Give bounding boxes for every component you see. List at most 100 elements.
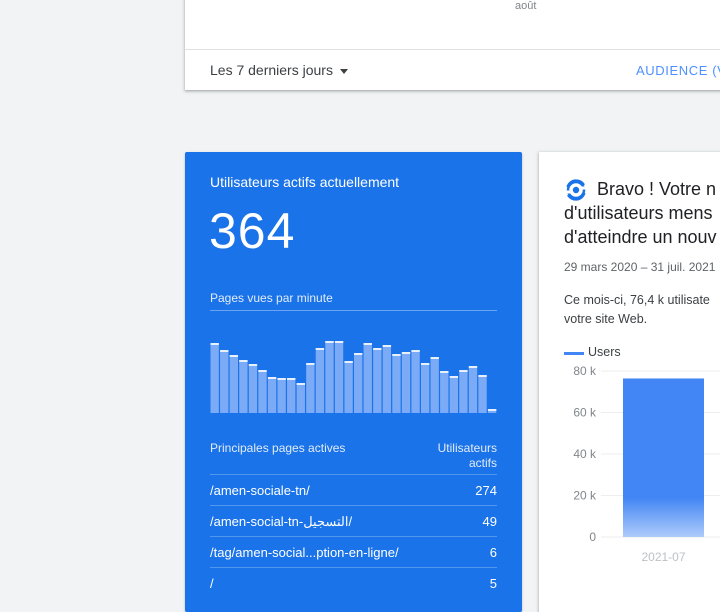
pageviews-bar-cap — [306, 363, 315, 365]
realtime-card: Utilisateurs actifs actuellement 364 Pag… — [185, 152, 522, 612]
y-tick-label: 60 k — [573, 406, 597, 420]
pageviews-bar — [354, 353, 363, 413]
pageviews-bar-cap — [315, 348, 325, 350]
pageviews-bar-cap — [449, 376, 459, 378]
page-path: /amen-social-tn-التسجيل/ — [210, 514, 353, 529]
insight-card[interactable]: Bravo ! Votre n d'utilisateurs mens d'at… — [539, 152, 720, 612]
pageviews-bar-cap — [430, 357, 439, 359]
pageviews-bar-cap — [459, 370, 468, 372]
pageviews-bar-cap — [248, 364, 258, 366]
users-column-header: Utilisateurs actifs — [437, 441, 497, 470]
monthly-users-chart: 0 20 k 40 k 60 k 80 k 2021-07 — [573, 364, 720, 564]
page-users: 49 — [482, 514, 497, 529]
pageviews-bar — [258, 370, 267, 413]
pageviews-bar-cap — [468, 366, 478, 368]
pageviews-per-minute-label: Pages vues par minute — [210, 291, 333, 305]
pageviews-bar-cap — [325, 341, 334, 343]
pageviews-bar-cap — [334, 341, 344, 343]
pageviews-bar-cap — [382, 345, 392, 347]
pageviews-bar — [373, 348, 382, 413]
pageviews-bar — [267, 377, 277, 413]
page-row[interactable]: /tag/amen-social...ption-en-ligne/ 6 — [210, 536, 497, 567]
insight-headline: Bravo ! Votre n d'utilisateurs mens d'at… — [564, 179, 717, 247]
pageviews-bar-cap — [440, 371, 449, 373]
page-path: / — [210, 576, 214, 591]
y-tick-label: 40 k — [573, 447, 597, 461]
active-users-count: 364 — [209, 203, 296, 259]
top-pages-list: /amen-sociale-tn/ 274 /amen-social-tn-ال… — [210, 474, 497, 598]
pageviews-bar-cap — [478, 375, 487, 377]
pageviews-bar — [248, 364, 258, 413]
pageviews-bar — [382, 345, 392, 413]
page-row[interactable]: /amen-social-tn-التسجيل/ 49 — [210, 505, 497, 536]
pageviews-bar — [468, 366, 478, 413]
pageviews-bar-cap — [392, 354, 401, 356]
pageviews-bar-cap — [220, 350, 229, 352]
pageviews-bar-cap — [277, 378, 286, 380]
pageviews-bar-cap — [267, 377, 277, 379]
pageviews-bar-cap — [210, 343, 219, 345]
legend-swatch — [564, 351, 584, 355]
y-tick-label: 80 k — [573, 364, 597, 378]
date-range-label: Les 7 derniers jours — [210, 62, 333, 78]
card-footer: Les 7 derniers jours AUDIENCE (V — [185, 49, 720, 91]
pageviews-bar — [459, 370, 468, 413]
pageviews-bar — [334, 341, 344, 413]
page-users: 274 — [475, 483, 497, 498]
pageviews-bar — [401, 352, 411, 413]
users-bar[interactable] — [623, 378, 704, 537]
y-tick-label: 0 — [589, 530, 596, 544]
pageviews-bar-cap — [373, 348, 382, 350]
pageviews-bar — [392, 354, 401, 413]
pageviews-bar — [344, 361, 353, 413]
x-tick-label: 2021-07 — [641, 550, 685, 564]
pageviews-bar — [325, 341, 334, 413]
chart-legend: Users — [564, 345, 621, 359]
pageviews-bar — [363, 343, 372, 413]
insight-date-range: 29 mars 2020 – 31 juil. 2021 — [564, 260, 716, 274]
page-row[interactable]: /amen-sociale-tn/ 274 — [210, 474, 497, 505]
divider — [210, 310, 497, 311]
audience-report-link[interactable]: AUDIENCE (V — [636, 63, 720, 78]
pageviews-bar — [277, 378, 286, 413]
insight-description: Ce mois-ci, 76,4 k utilisate votre site … — [564, 293, 710, 326]
pageviews-bar-cap — [239, 360, 248, 362]
pageviews-bar — [306, 363, 315, 413]
date-range-dropdown[interactable]: Les 7 derniers jours — [210, 62, 348, 78]
page-path: /amen-sociale-tn/ — [210, 483, 310, 498]
overview-card: août Les 7 derniers jours AUDIENCE (V — [185, 0, 720, 90]
pageviews-bar-cap — [487, 409, 497, 411]
legend-label: Users — [588, 345, 621, 359]
pageviews-bar-cap — [258, 370, 267, 372]
pageviews-bar-cap — [401, 352, 411, 354]
page-users: 6 — [489, 545, 497, 560]
pageviews-bar-cap — [344, 361, 353, 363]
pageviews-bar — [449, 376, 459, 413]
pageviews-bar — [287, 378, 296, 413]
page-users: 5 — [489, 576, 497, 591]
page-path: /tag/amen-social...ption-en-ligne/ — [210, 545, 399, 560]
pageviews-bar — [411, 350, 420, 413]
page-row[interactable]: / 5 — [210, 567, 497, 598]
pageviews-bar-cap — [354, 353, 363, 355]
pageviews-bar — [210, 343, 219, 413]
pageviews-bar-cap — [229, 355, 238, 357]
pageviews-bar — [296, 383, 305, 413]
pageviews-bar — [440, 371, 449, 413]
pageviews-bar — [420, 363, 430, 413]
pageviews-bar — [239, 360, 248, 413]
pageviews-bar — [315, 348, 325, 413]
pageviews-bar-cap — [296, 383, 305, 385]
realtime-title: Utilisateurs actifs actuellement — [210, 174, 400, 190]
y-tick-label: 20 k — [573, 489, 597, 503]
pageviews-bar — [430, 357, 439, 413]
pageviews-bar — [229, 355, 238, 413]
pages-column-header: Principales pages actives — [210, 441, 346, 455]
pageviews-bar-cap — [420, 363, 430, 365]
pageviews-bar-cap — [287, 378, 296, 380]
chart-axis-label: août — [515, 0, 537, 12]
pageviews-per-minute-chart — [210, 341, 497, 413]
pageviews-bar — [478, 375, 487, 413]
pageviews-bar-cap — [363, 343, 372, 345]
pageviews-bar — [220, 350, 229, 413]
